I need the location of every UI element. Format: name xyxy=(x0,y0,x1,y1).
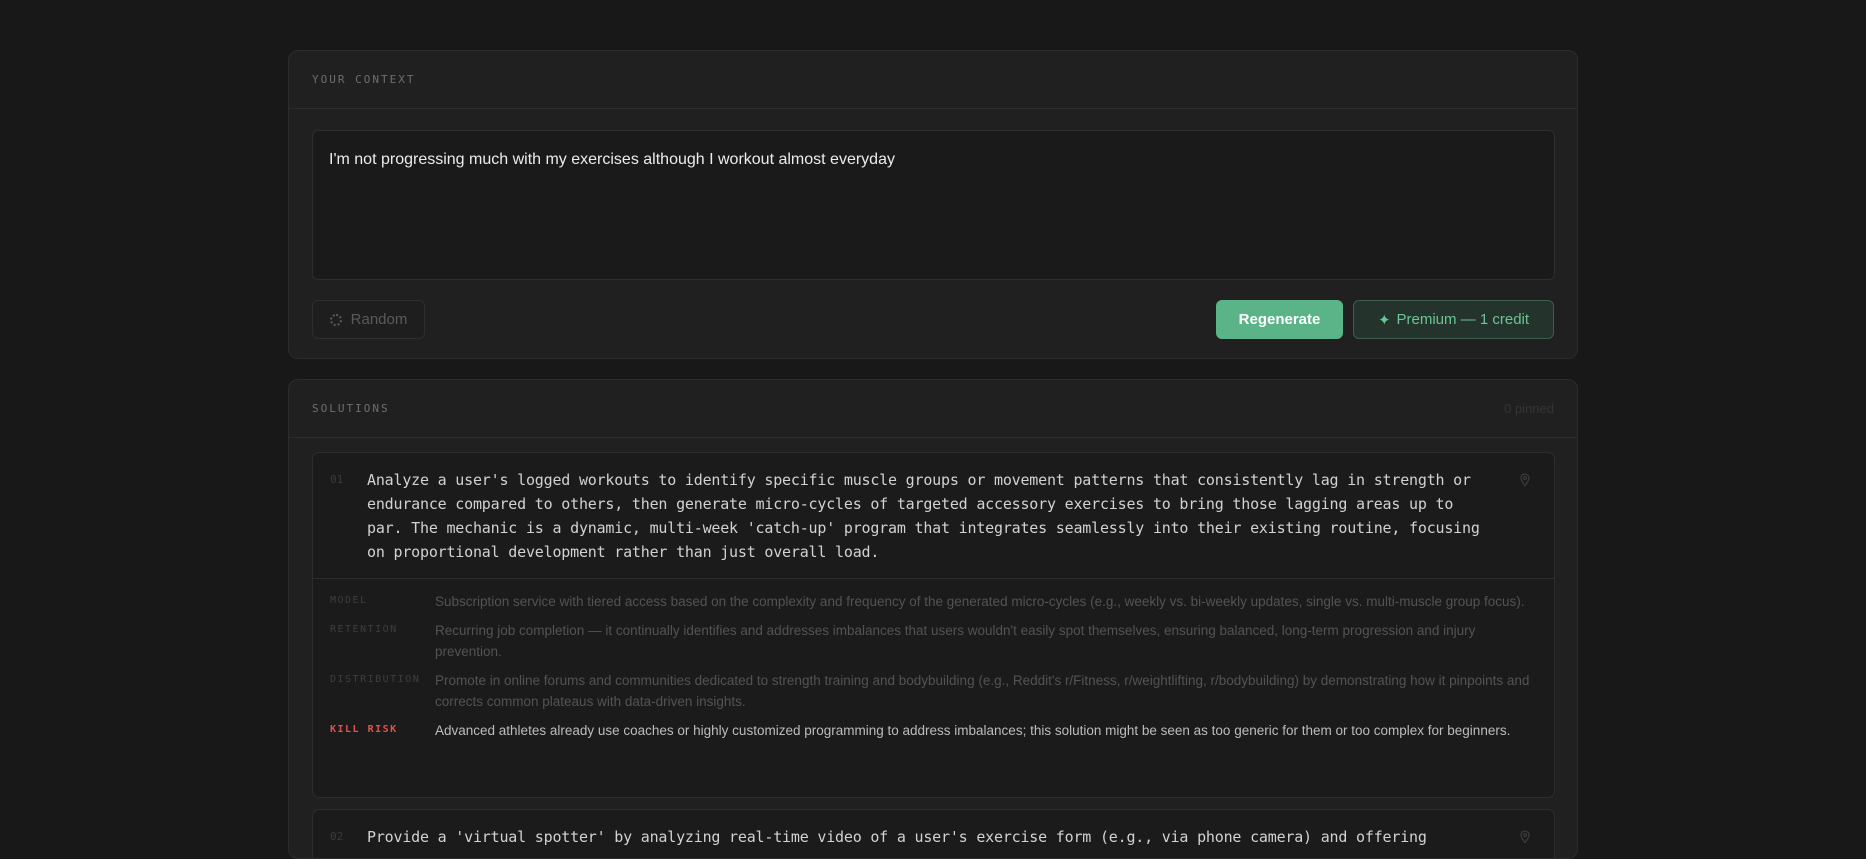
kill-risk-value: Advanced athletes already use coaches or… xyxy=(435,723,1511,738)
solution-card: 01 Analyze a user's logged workouts to i… xyxy=(312,452,1555,798)
premium-button-label: Premium — 1 credit xyxy=(1396,311,1530,328)
solutions-header: SOLUTIONS 0 pinned xyxy=(289,380,1577,438)
solution-text: Analyze a user's logged workouts to iden… xyxy=(367,471,1480,561)
model-label: MODEL xyxy=(330,595,368,606)
model-row: MODEL Subscription service with tiered a… xyxy=(330,591,1537,612)
premium-button[interactable]: ✦ Premium — 1 credit xyxy=(1353,300,1554,339)
kill-risk-row: KILL RISK Advanced athletes already use … xyxy=(330,720,1537,741)
random-button[interactable]: Random xyxy=(312,300,425,339)
solution-card: 02 Provide a 'virtual spotter' by analyz… xyxy=(312,809,1555,858)
solution-details: MODEL Subscription service with tiered a… xyxy=(313,578,1554,741)
context-actions: Random Regenerate ✦ Premium — 1 credit xyxy=(312,300,1554,339)
solution-header: 02 Provide a 'virtual spotter' by analyz… xyxy=(313,810,1554,858)
context-input[interactable]: I'm not progressing much with my exercis… xyxy=(312,130,1555,280)
distribution-value: Promote in online forums and communities… xyxy=(435,673,1530,709)
solutions-section-title: SOLUTIONS xyxy=(312,402,390,415)
pin-icon[interactable] xyxy=(1520,473,1530,487)
random-button-label: Random xyxy=(350,311,408,328)
pin-icon[interactable] xyxy=(1520,830,1530,844)
kill-risk-label: KILL RISK xyxy=(330,724,398,735)
context-section-title: YOUR CONTEXT xyxy=(312,73,416,86)
pinned-count: 0 pinned xyxy=(1504,401,1554,416)
distribution-row: DISTRIBUTION Promote in online forums an… xyxy=(330,670,1537,712)
solutions-panel: SOLUTIONS 0 pinned 01 Analyze a user's l… xyxy=(288,379,1578,859)
retention-value: Recurring job completion — it continuall… xyxy=(435,623,1476,659)
regenerate-button[interactable]: Regenerate xyxy=(1216,300,1343,339)
solution-number: 01 xyxy=(330,473,344,486)
context-panel: YOUR CONTEXT I'm not progressing much wi… xyxy=(288,50,1578,359)
solution-text: Provide a 'virtual spotter' by analyzing… xyxy=(367,828,1427,846)
solution-header: 01 Analyze a user's logged workouts to i… xyxy=(313,453,1554,578)
context-header: YOUR CONTEXT xyxy=(289,51,1577,109)
model-value: Subscription service with tiered access … xyxy=(435,594,1525,609)
distribution-label: DISTRIBUTION xyxy=(330,674,421,685)
sparkle-icon: ✦ xyxy=(1377,311,1391,329)
loading-spinner-icon xyxy=(329,313,342,326)
retention-label: RETENTION xyxy=(330,624,398,635)
retention-row: RETENTION Recurring job completion — it … xyxy=(330,620,1537,662)
